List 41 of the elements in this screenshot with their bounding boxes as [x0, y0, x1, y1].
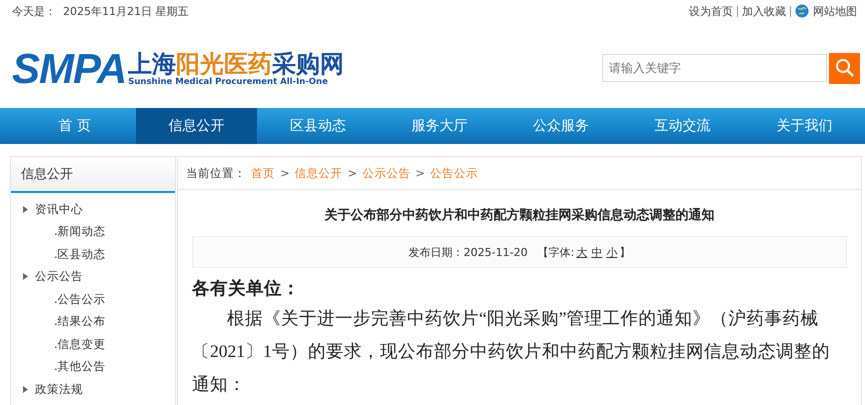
breadcrumb-separator: > [348, 166, 358, 180]
triangle-icon [23, 273, 28, 280]
salutation-text: 各有关单位： [192, 277, 301, 300]
triangle-icon [23, 386, 28, 393]
font-size-link[interactable]: 小 [606, 244, 618, 260]
publish-date: 发布日期：2025-11-20 [408, 244, 528, 260]
sidebar-item[interactable]: 公示公告 [35, 269, 83, 284]
nav-tab[interactable]: 服务大厅 [378, 108, 500, 144]
breadcrumb-separator: > [415, 166, 425, 180]
top-link[interactable]: 网站地图 [813, 4, 857, 18]
breadcrumb-label: 当前位置： [186, 166, 246, 180]
top-link[interactable]: 设为首页 [689, 4, 733, 18]
sidebar-subitem[interactable]: .信息变更 [23, 333, 175, 356]
globe-icon [795, 4, 809, 18]
sidebar-subitem[interactable]: .其他公告 [23, 356, 175, 378]
article-paragraph: 根据《关于进一步完善中药饮片“阳光采购”管理工作的通知》（沪药事药械〔2021〕1号）的要求，现公布部分中药饮片和中药配方颗粒挂网信息动态调整的通知： [192, 307, 831, 396]
sidebar-title: 信息公开 [21, 166, 73, 183]
font-size-link[interactable]: 中 [591, 244, 602, 260]
nav-tab[interactable]: 区县动态 [257, 108, 379, 144]
date-text: 今天是： 2025年11月21日 星期五 [12, 4, 188, 18]
bracket-text: 】 [619, 244, 630, 260]
font-size-label: 【字体: [538, 244, 574, 260]
search-field[interactable]: 请输入关键字 [602, 54, 827, 82]
search-button[interactable] [829, 52, 860, 84]
font-size-link[interactable]: 大 [576, 244, 588, 260]
sidebar-item[interactable]: 政策法规 [35, 382, 83, 397]
breadcrumb-separator: > [280, 166, 290, 180]
nav-tab[interactable]: 公众服务 [500, 108, 622, 144]
nav-tab[interactable]: 首 页 [14, 108, 136, 144]
triangle-icon [23, 206, 28, 213]
sidebar-subitem[interactable]: .新闻动态 [23, 220, 175, 243]
sidebar-subitem[interactable]: .公告公示 [23, 288, 175, 310]
article-title: 关于公布部分中药饮片和中药配方颗粒挂网采购信息动态调整的通知 [323, 206, 716, 224]
nav-tab[interactable]: 信息公开 [136, 108, 258, 144]
nav-tab[interactable]: 互动交流 [622, 108, 744, 144]
sidebar-subitem[interactable]: .区县动态 [23, 243, 175, 266]
nav-tab[interactable]: 关于我们 [743, 108, 865, 144]
sidebar-subitem[interactable]: .结果公布 [23, 310, 175, 333]
search-icon [834, 58, 854, 78]
sidebar-item[interactable]: 资讯中心 [35, 202, 83, 217]
top-link[interactable]: 加入收藏 [742, 4, 786, 18]
